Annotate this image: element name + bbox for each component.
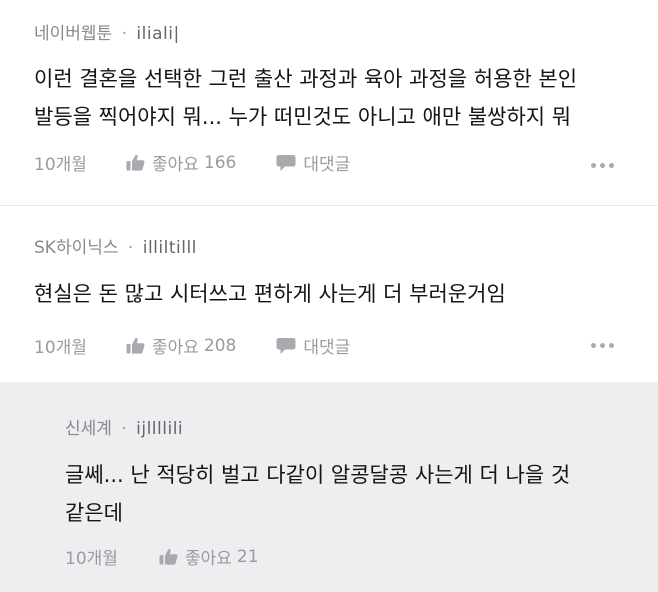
like-count: 21 [236,546,259,567]
more-dot [609,163,614,168]
comment-item: 네이버웹툰 · iliali| 이런 결혼을 선택한 그런 출산 과정과 육아 … [0,0,658,205]
more-dot [600,163,605,168]
more-dot [591,163,596,168]
more-options-button[interactable] [591,163,614,168]
like-count: 166 [203,152,237,173]
comment-time: 10개월 [34,338,87,358]
reply-button[interactable]: 대댓글 [276,150,350,175]
company-name: 네이버웹툰 [34,24,113,44]
speech-bubble-icon [276,337,296,354]
more-dot [609,343,614,348]
like-label: 좋아요 [152,155,199,175]
comment-time: 10개월 [34,155,87,175]
thumbs-up-icon [126,337,145,354]
comment-author-row: SK하이닉스 · illiltilll [34,236,658,260]
company-name: 신세계 [65,419,112,439]
like-count: 208 [203,335,237,356]
company-name: SK하이닉스 [34,238,119,258]
reply-comment-item: 신세계 · ijllllili 글쎄... 난 적당히 벌고 다같이 알콩달콩 … [0,382,658,592]
reply-button[interactable]: 대댓글 [276,333,350,358]
like-label: 좋아요 [152,338,199,358]
speech-bubble-icon [276,154,296,171]
thumbs-up-icon [159,548,178,565]
comment-actions: 10개월 좋아요 208 대댓글 [34,333,350,359]
comment-text: 이런 결혼을 선택한 그런 출산 과정과 육아 과정을 허용한 본인 발등을 찍… [34,67,578,129]
user-id: ijllllili [136,419,184,439]
like-button[interactable]: 좋아요 166 [126,150,236,175]
comment-author-row: 네이버웹툰 · iliali| [34,22,658,46]
separator: · [121,24,128,44]
comment-time: 10개월 [65,549,118,569]
reply-label: 대댓글 [303,155,351,175]
comment-text: 글쎄... 난 적당히 벌고 다같이 알콩달콩 사는게 더 나을 것 같은데 [65,463,571,525]
comment-actions: 10개월 좋아요 166 대댓글 [34,150,350,176]
reply-label: 대댓글 [303,338,351,358]
comment-item: SK하이닉스 · illiltilll 현실은 돈 많고 시터쓰고 편하게 사는… [0,205,658,382]
like-button[interactable]: 좋아요 208 [126,333,236,358]
user-id: illiltilll [142,238,197,258]
thumbs-up-icon [126,154,145,171]
more-dot [591,343,596,348]
user-id: iliali| [136,24,180,44]
separator: · [121,419,127,439]
separator: · [127,238,134,258]
comment-actions: 10개월 좋아요 21 [65,544,259,570]
comment-author-row: 신세계 · ijllllili [65,417,658,441]
like-button[interactable]: 좋아요 21 [159,544,259,569]
like-label: 좋아요 [185,549,232,569]
more-options-button[interactable] [591,343,614,348]
more-dot [600,343,605,348]
comment-text: 현실은 돈 많고 시터쓰고 편하게 사는게 더 부러운거임 [34,282,506,306]
